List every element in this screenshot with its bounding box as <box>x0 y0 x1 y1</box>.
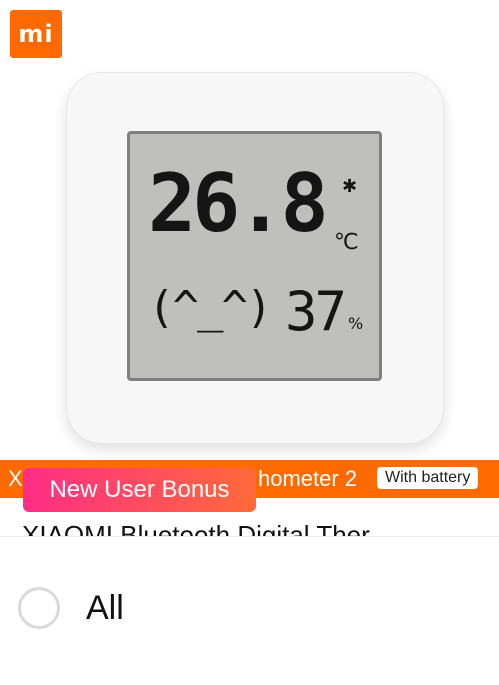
radio-button[interactable] <box>18 587 60 629</box>
option-all[interactable]: All <box>18 587 124 629</box>
bluetooth-icon: ✱ <box>342 176 358 197</box>
promo-band-lead: X <box>8 466 23 491</box>
thermometer-device: 26.8 ✱ ℃ (^_^) 37 % <box>66 72 444 444</box>
option-sheet: All <box>0 536 499 685</box>
mi-logo: mi <box>10 10 62 58</box>
new-user-bonus-badge[interactable]: New User Bonus <box>23 468 256 512</box>
option-label: All <box>86 588 124 627</box>
temperature-readout: 26.8 <box>148 157 329 250</box>
temperature-unit: ℃ <box>334 230 359 255</box>
promo-band-title: hometer 2 <box>258 466 358 491</box>
smiley-face: (^_^) <box>148 282 272 333</box>
product-image[interactable]: mi 26.8 ✱ ℃ (^_^) 37 % <box>0 0 499 460</box>
humidity-unit: % <box>348 314 364 333</box>
product-title: XIAOMI Bluetooth Digital Ther <box>22 520 370 538</box>
battery-tag: With battery <box>377 467 479 489</box>
humidity-readout: 37 <box>285 280 347 343</box>
lcd-screen: 26.8 ✱ ℃ (^_^) 37 % <box>127 131 382 381</box>
